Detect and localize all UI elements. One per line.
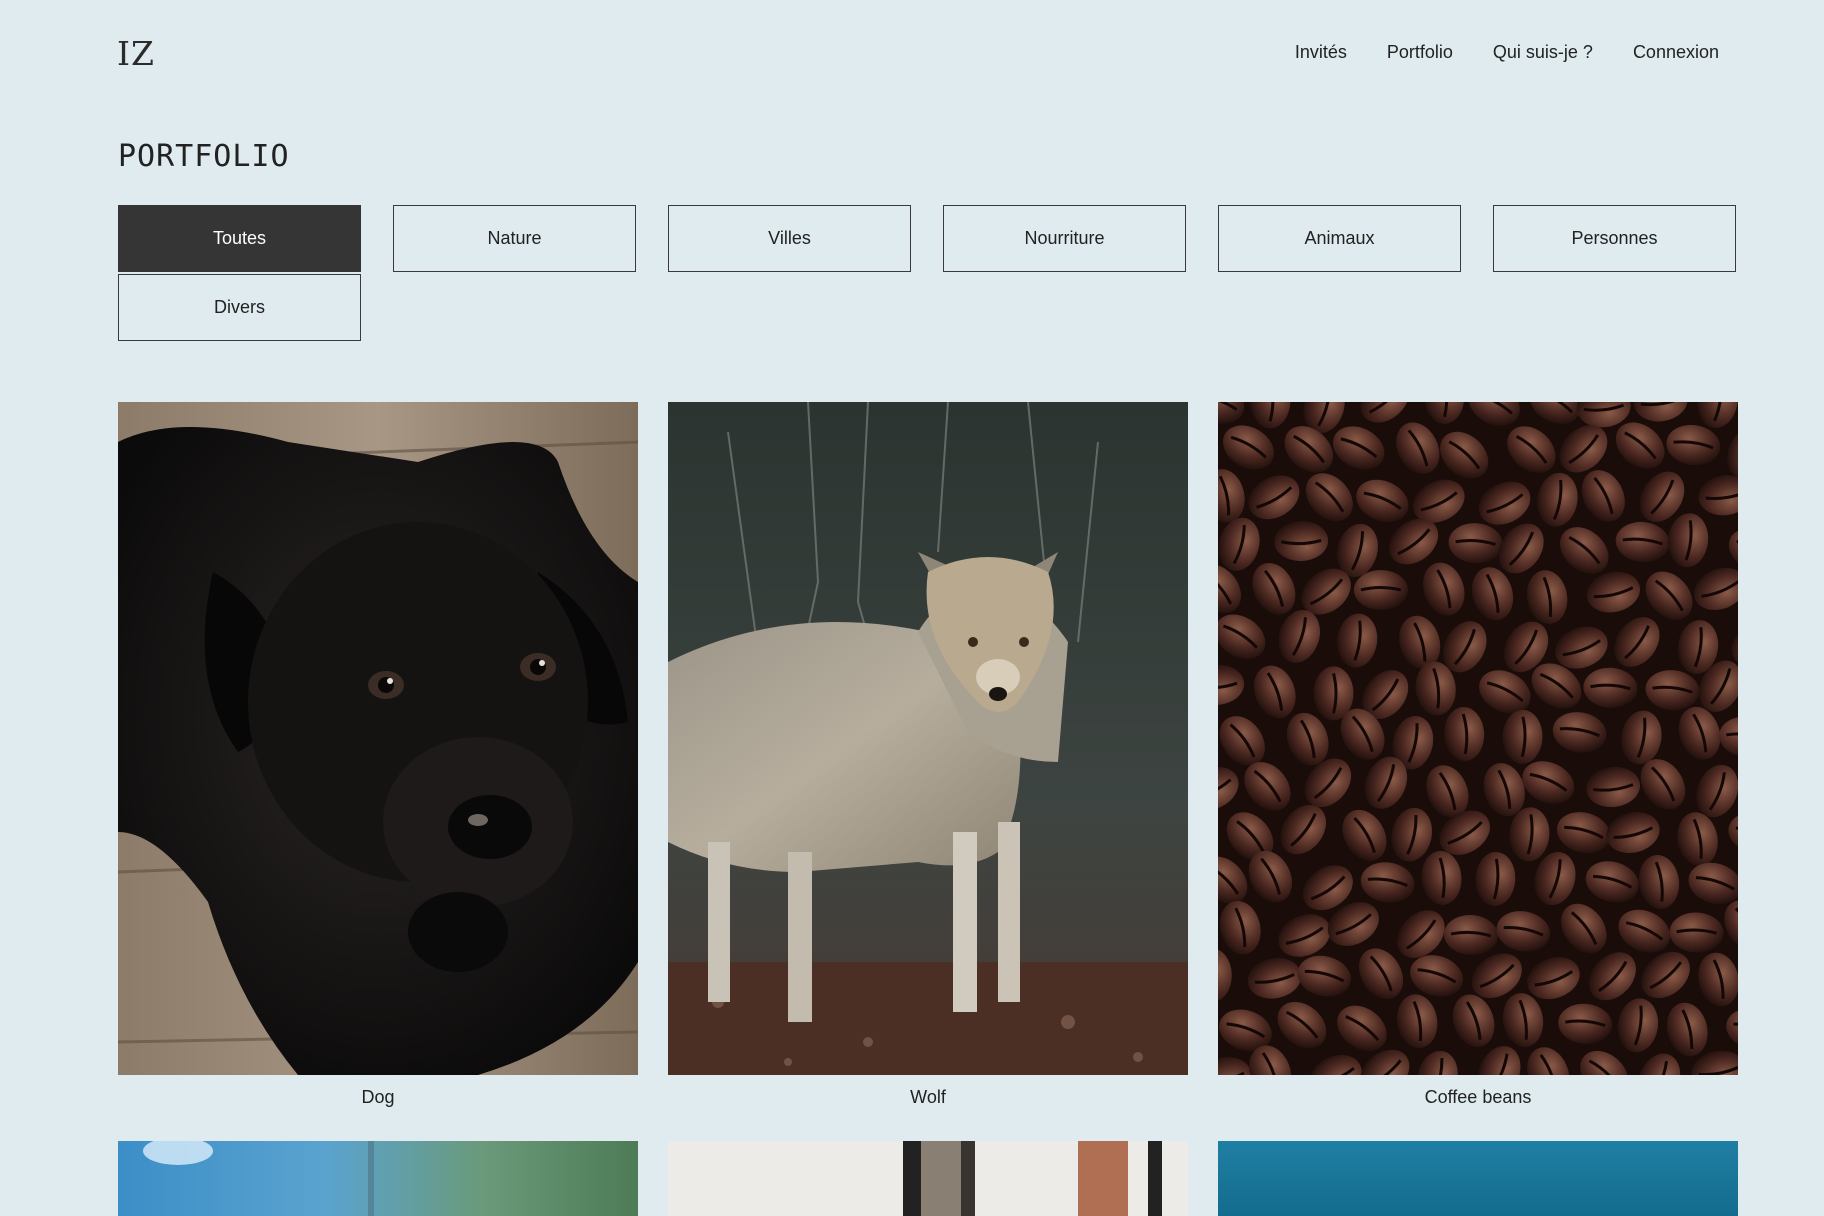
card-caption: Coffee beans — [1424, 1087, 1532, 1107]
card-caption: Wolf — [910, 1087, 946, 1107]
filter-button-nature[interactable]: Nature — [393, 205, 636, 272]
main-nav: Invités Portfolio Qui suis-je ? Connexio… — [1295, 42, 1719, 63]
coffee-beans-photo[interactable] — [1218, 402, 1738, 1075]
card-caption: Dog — [361, 1087, 395, 1107]
wolf-photo[interactable] — [668, 402, 1188, 1075]
filter-button-cities[interactable]: Villes — [668, 205, 911, 272]
gallery-card-peek-1[interactable] — [118, 1141, 638, 1216]
dog-photo[interactable] — [118, 402, 638, 1075]
filter-button-people[interactable]: Personnes — [1493, 205, 1736, 272]
gallery-card-peek-2[interactable] — [668, 1141, 1188, 1216]
page-title: PORTFOLIO — [118, 139, 290, 174]
nav-item-portfolio[interactable]: Portfolio — [1387, 42, 1453, 63]
nav-item-about[interactable]: Qui suis-je ? — [1493, 42, 1593, 63]
portfolio-page: IZ Invités Portfolio Qui suis-je ? Conne… — [0, 0, 1824, 1216]
gallery-card-coffee-beans[interactable]: Coffee beans — [1218, 402, 1738, 1108]
nav-item-login[interactable]: Connexion — [1633, 42, 1719, 63]
filter-button-animals[interactable]: Animaux — [1218, 205, 1461, 272]
gallery-card-dog[interactable]: Dog — [118, 402, 638, 1108]
filter-button-food[interactable]: Nourriture — [943, 205, 1186, 272]
nav-item-invites[interactable]: Invités — [1295, 42, 1347, 63]
filter-button-misc[interactable]: Divers — [118, 274, 361, 341]
gallery-card-peek-3[interactable] — [1218, 1141, 1738, 1216]
site-logo[interactable]: IZ — [117, 34, 155, 73]
filter-button-all[interactable]: Toutes — [118, 205, 361, 272]
gallery-card-wolf[interactable]: Wolf — [668, 402, 1188, 1108]
